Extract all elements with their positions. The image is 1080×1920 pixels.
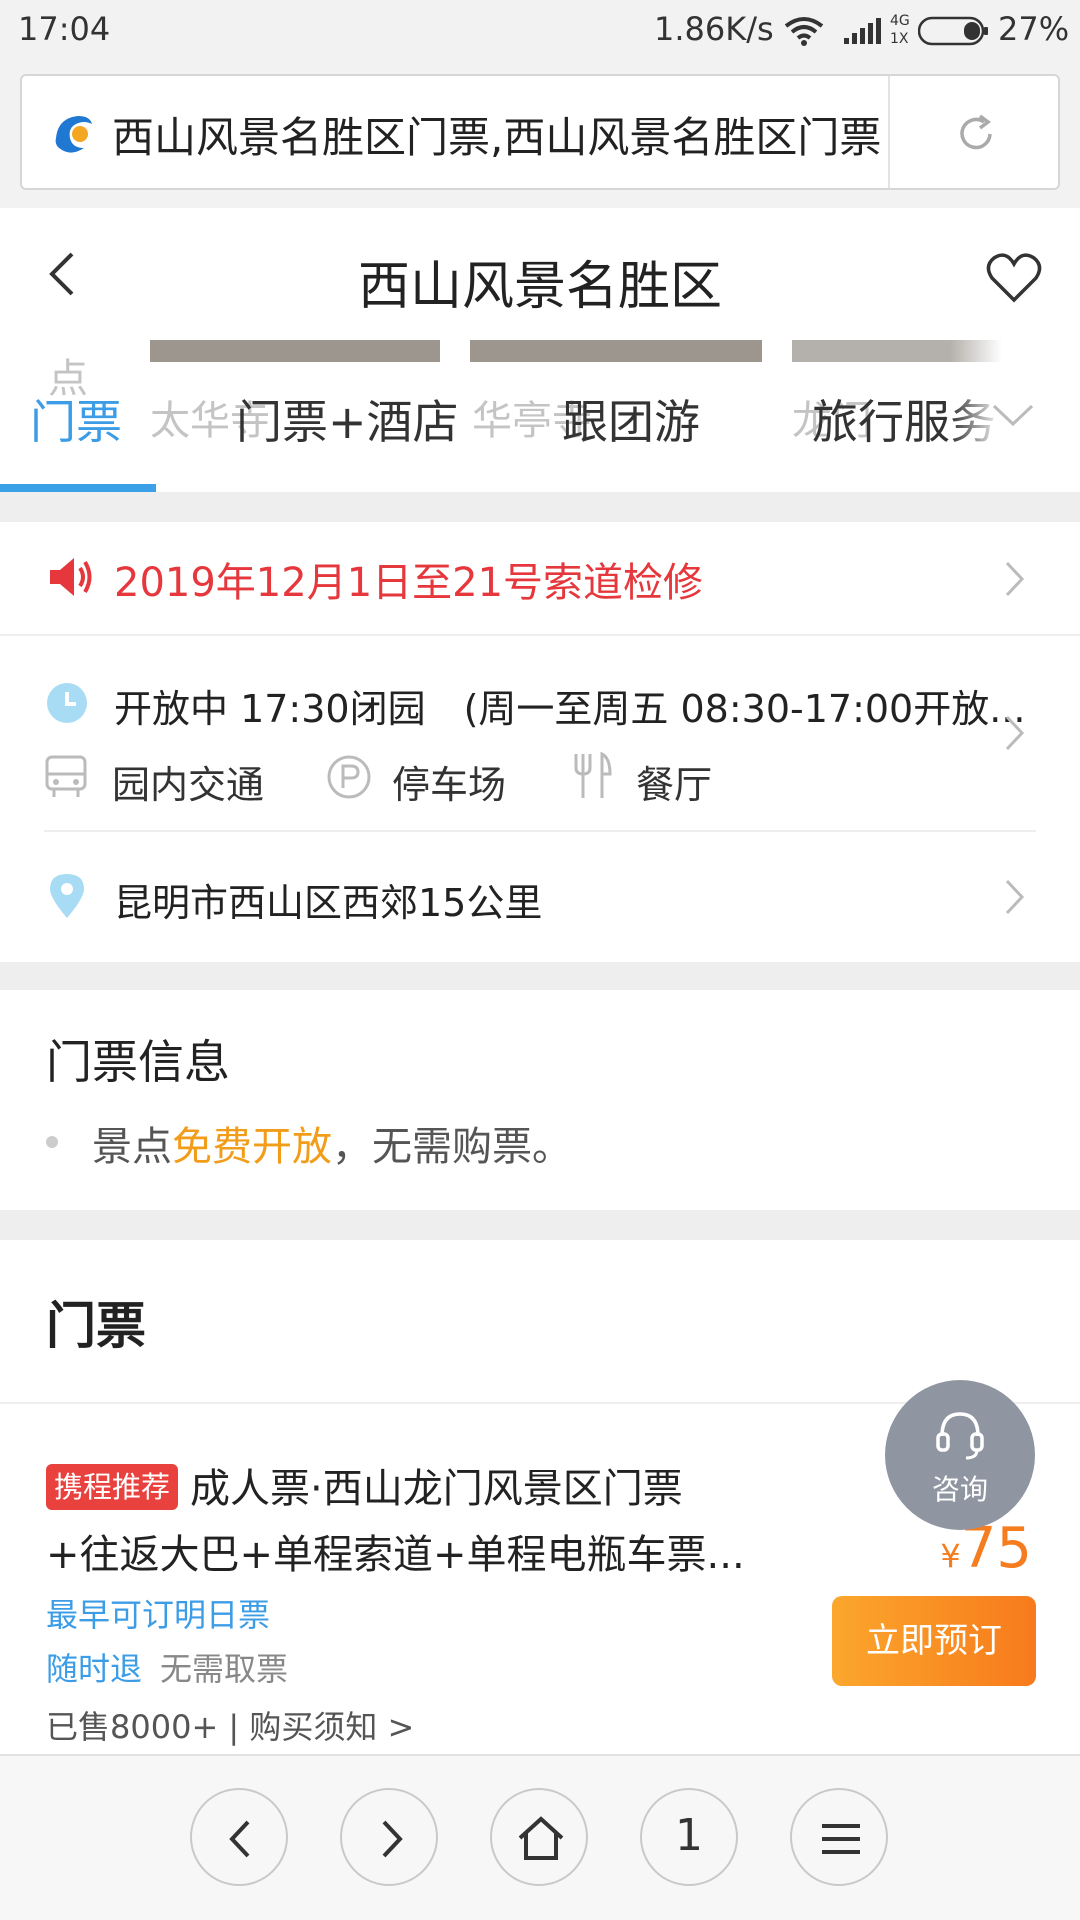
price-currency: ¥: [940, 1537, 961, 1575]
page-title: 西山风景名胜区: [357, 257, 722, 317]
network-4g-label: 4G: [890, 13, 910, 29]
browser-forward-button[interactable]: [340, 1788, 438, 1886]
speaker-icon: [50, 558, 92, 596]
status-time: 17:04: [18, 10, 111, 48]
status-net-speed: 1.86K/s: [654, 10, 774, 48]
photo-strip-image: [470, 340, 762, 362]
tickets-title: 门票: [46, 1297, 146, 1355]
location-pin-icon: [50, 874, 84, 918]
clock-icon: [47, 683, 87, 723]
address-divider: [888, 76, 890, 188]
signal-icon: [844, 18, 881, 44]
sold-count-and-notice-link[interactable]: 已售8000+ | 购买须知 >: [46, 1702, 414, 1748]
tab-count: 1: [675, 1810, 703, 1861]
earliest-booking-tag: 最早可订明日票: [46, 1596, 271, 1634]
home-icon: [518, 1816, 564, 1860]
wifi-icon: [784, 17, 824, 46]
headset-icon: [936, 1412, 984, 1460]
tab-bar: 点 太华寺 华亭寺 龙门 门票 门票+酒店 跟团游 旅行服务: [0, 340, 1080, 492]
ticket-info-title: 门票信息: [46, 1035, 230, 1089]
address-text: 昆明市西山区西郊15公里: [114, 881, 543, 925]
network-1x-label: 1X: [890, 31, 909, 47]
tab-tickets[interactable]: 门票: [30, 386, 122, 452]
address-text: 西山风景名胜区门票,西山风景名胜区门票价格: [112, 113, 882, 162]
bullet-dot: [46, 1136, 58, 1148]
photo-strip-image: [150, 340, 440, 362]
ticket-name-continued: +往返大巴+单程索道+单程电瓶车票...: [46, 1532, 745, 1578]
bus-icon: [45, 755, 87, 797]
browser-back-button[interactable]: [190, 1788, 288, 1886]
active-tab-indicator: [0, 484, 156, 492]
browser-address-area: 西山风景名胜区门票,西山风景名胜区门票价格: [0, 62, 1080, 208]
ticket-info-section: 门票信息 景点免费开放，无需购票。: [0, 990, 1080, 1210]
row-divider: [44, 830, 1036, 832]
page-header: 西山风景名胜区: [0, 208, 1080, 340]
chevron-right-icon: [1005, 715, 1025, 751]
chevron-down-icon[interactable]: [990, 402, 1036, 430]
opening-hours-text: 开放中 17:30闭园 (周一至周五 08:30-17:00开放...: [114, 687, 1026, 731]
consult-label: 咨询: [931, 1473, 988, 1506]
status-bar: 17:04 1.86K/s 4G 1X 27%: [0, 0, 1080, 62]
chevron-right-icon: [1005, 879, 1025, 915]
battery-percent: 27%: [998, 10, 1070, 48]
address-bar[interactable]: 西山风景名胜区门票,西山风景名胜区门票价格: [20, 74, 1060, 190]
browser-tabs-button[interactable]: 1: [640, 1788, 738, 1886]
notice-row[interactable]: 2019年12月1日至21号索道检修: [0, 522, 1080, 634]
book-now-button[interactable]: 立即预订: [832, 1596, 1036, 1686]
restaurant-icon: [574, 752, 612, 798]
scenic-info-block: 开放中 17:30闭园 (周一至周五 08:30-17:00开放... 园内交通…: [0, 636, 1080, 962]
amenity-parking: 停车场: [392, 763, 507, 807]
parking-icon: [327, 755, 371, 799]
no-pickup-tag: 无需取票: [160, 1650, 289, 1688]
section-divider: [0, 1210, 1080, 1240]
amenity-transport: 园内交通: [112, 763, 265, 807]
consult-button[interactable]: 咨询: [885, 1380, 1035, 1530]
ticket-name: 成人票·西山龙门风景区门票: [190, 1466, 683, 1512]
arrow-right-icon: [382, 1820, 403, 1858]
refund-tag: 随时退: [46, 1650, 143, 1688]
arrow-left-icon: [229, 1820, 250, 1858]
amenity-restaurant: 餐厅: [636, 763, 713, 807]
tab-ticket-hotel[interactable]: 门票+酒店: [236, 386, 459, 452]
ticket-info-highlight: 免费开放: [172, 1124, 332, 1170]
browser-home-button[interactable]: [490, 1788, 588, 1886]
menu-icon: [822, 1824, 860, 1854]
browser-bottom-bar: 1: [0, 1754, 1080, 1920]
ticket-info-text: 景点免费开放，无需购票。: [92, 1114, 572, 1172]
section-divider: [0, 492, 1080, 522]
tab-group-tour[interactable]: 跟团游: [562, 386, 700, 452]
heart-icon[interactable]: [986, 252, 1042, 304]
battery-icon: [918, 16, 988, 46]
refresh-icon[interactable]: [954, 112, 998, 156]
ticket-info-prefix: 景点: [92, 1124, 172, 1170]
section-divider: [0, 962, 1080, 990]
ctrip-logo-icon: [55, 116, 92, 153]
notice-text: 2019年12月1日至21号索道检修: [114, 560, 704, 606]
recommend-badge: 携程推荐: [46, 1464, 179, 1510]
browser-menu-button[interactable]: [790, 1788, 888, 1886]
ticket-info-suffix: ，无需购票。: [332, 1124, 572, 1170]
chevron-right-icon: [1005, 561, 1025, 597]
